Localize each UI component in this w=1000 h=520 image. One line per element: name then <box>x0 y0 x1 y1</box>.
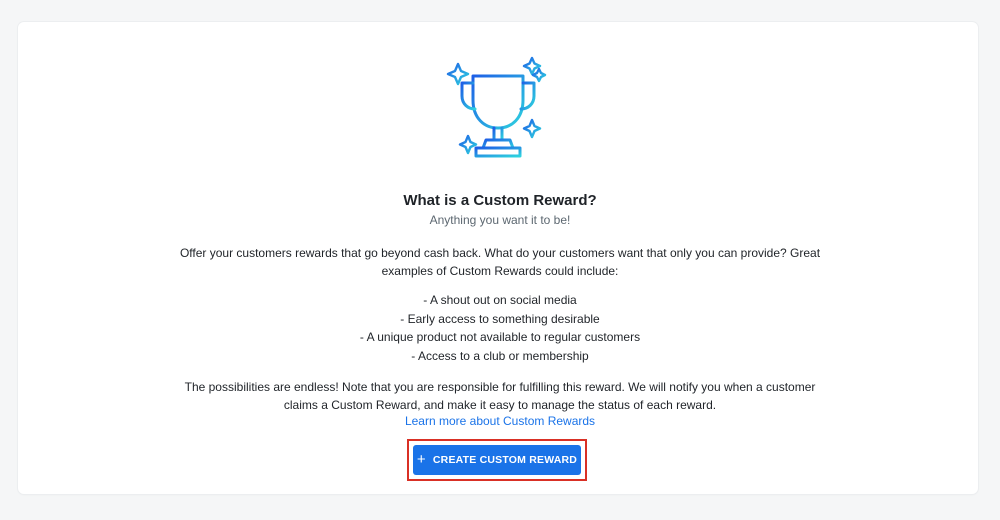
list-item: - A shout out on social media <box>423 293 577 307</box>
sparkle-icon <box>446 62 470 86</box>
plus-icon: + <box>416 451 426 468</box>
create-button-label: CREATE CUSTOM REWARD <box>432 454 578 466</box>
list-item: - Early access to something desirable <box>400 311 600 326</box>
sparkle-icon <box>522 118 542 139</box>
page-title: What is a Custom Reward? <box>403 192 597 209</box>
learn-more-link[interactable]: Learn more about Custom Rewards <box>405 414 595 428</box>
list-item: - A unique product not available to regu… <box>359 330 641 344</box>
sparkle-icon <box>458 134 478 155</box>
sparkle-icon <box>531 67 547 83</box>
create-custom-reward-button[interactable]: + CREATE CUSTOM REWARD <box>413 445 581 475</box>
page-subtitle: Anything you want it to be! <box>429 213 571 227</box>
list-item: - Access to a club or membership <box>411 348 589 363</box>
closing-paragraph: The possibilities are endless! Note that… <box>184 380 816 412</box>
examples-list: - A shout out on social media - Early ac… <box>0 291 1000 365</box>
trophy-illustration <box>438 56 558 175</box>
intro-paragraph: Offer your customers rewards that go bey… <box>179 246 821 278</box>
learn-more-link-row: Learn more about Custom Rewards <box>0 414 1000 428</box>
